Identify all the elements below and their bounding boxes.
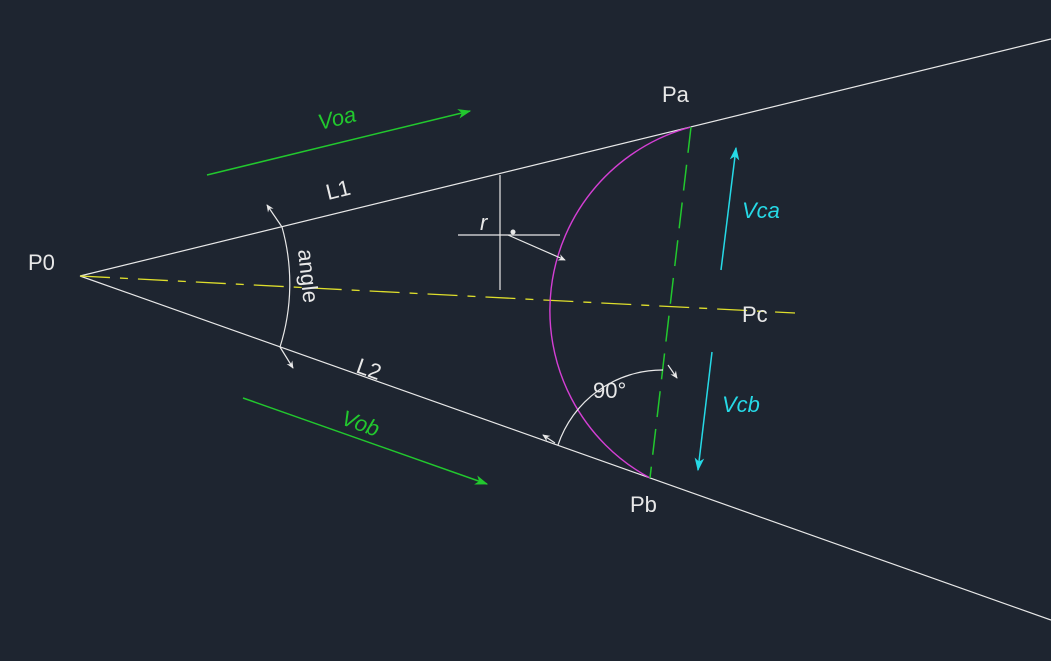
vector-Vca [721,148,736,270]
right-angle-dimension [543,365,677,445]
label-P0: P0 [28,250,55,275]
radius-leader [458,175,565,290]
label-Pa: Pa [662,82,690,107]
diagram-canvas: r angle 90° Voa Vob Vca Vcb L1 L2 P0 Pa … [0,0,1051,661]
label-L1: L1 [323,175,353,205]
vector-Vcb [698,352,712,470]
label-90: 90° [593,378,626,403]
label-Vca: Vca [742,198,780,223]
line-L1 [80,39,1051,276]
bisector [80,276,795,313]
label-L2: L2 [353,353,384,385]
label-Vcb: Vcb [722,392,760,417]
line-L2 [80,276,1051,620]
chord-Pa-Pb [650,127,691,478]
label-Vob: Vob [338,405,382,441]
label-Pb: Pb [630,492,657,517]
label-Voa: Voa [315,101,358,134]
label-angle: angle [293,248,323,304]
label-r: r [480,210,489,235]
label-Pc: Pc [742,302,768,327]
